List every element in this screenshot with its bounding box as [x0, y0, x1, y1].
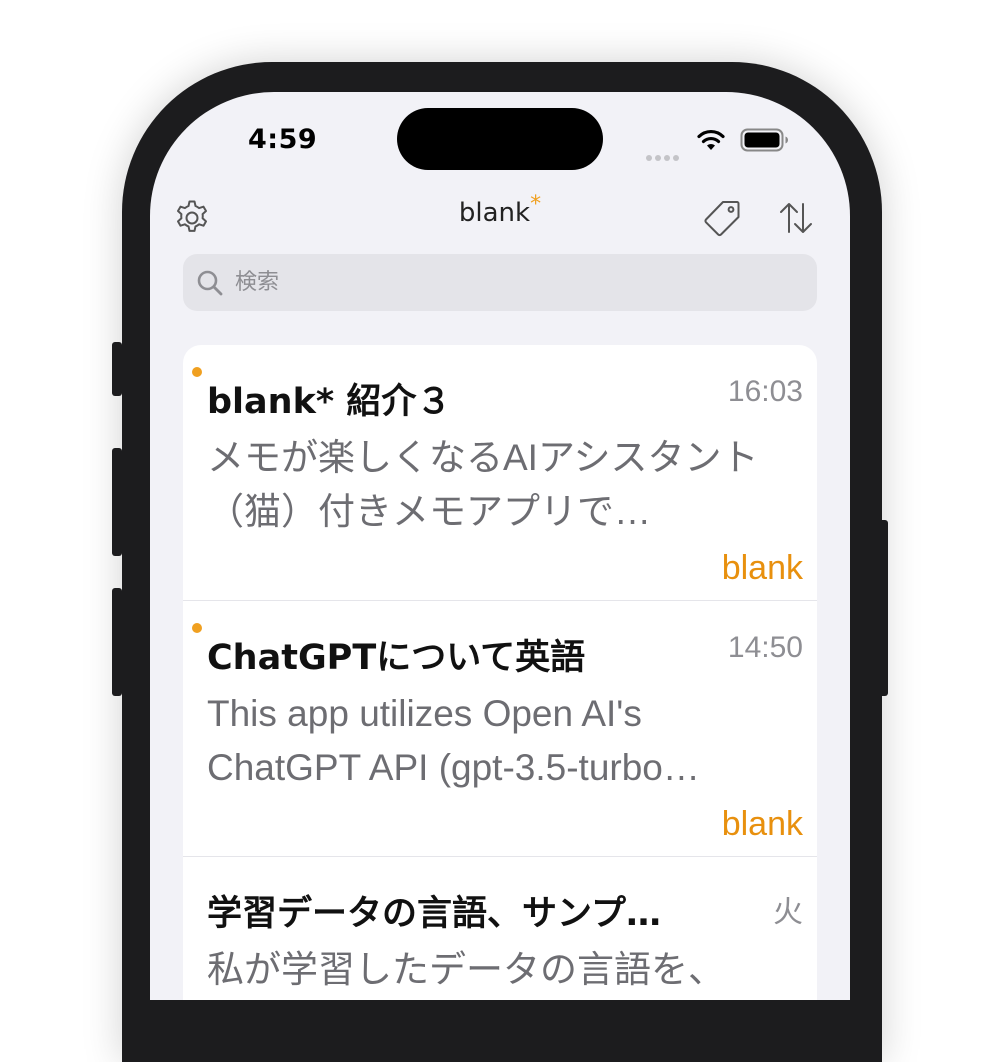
unread-indicator [192, 623, 202, 633]
note-title: 学習データの言語、サンプ… [207, 894, 661, 934]
app-title-text: blank [458, 198, 531, 228]
app-title-mark: * [530, 192, 542, 217]
list-item[interactable]: ChatGPTについて英語 14:50 This app utilizes Op… [183, 601, 817, 857]
note-tag: blank [721, 549, 803, 587]
tag-icon[interactable] [700, 196, 744, 240]
volume-up-button [112, 448, 122, 556]
status-time: 4:59 [248, 124, 318, 155]
note-preview: メモが楽しくなるAIアシスタント（猫）付きメモアプリで… [207, 437, 759, 532]
note-preview: This app utilizes Open AI's ChatGPT API … [207, 693, 700, 788]
note-time: 火 [773, 896, 803, 929]
search-bar[interactable] [183, 254, 817, 311]
note-time: 16:03 [727, 375, 803, 408]
note-preview: 私が学習したデータの言語を、 [207, 949, 725, 990]
dynamic-island [397, 108, 603, 170]
unread-indicator [192, 367, 202, 377]
notes-list: blank* 紹介３ 16:03 メモが楽しくなるAIアシスタント（猫）付きメモ… [183, 345, 817, 1000]
note-tag: blank [721, 805, 803, 843]
cellular-signal-icon [646, 146, 682, 165]
power-button [878, 520, 888, 696]
volume-down-button [112, 588, 122, 696]
mute-switch [112, 342, 122, 396]
screen: 4:59 blank* 検索 blank* 紹介３ 16:03 メモが楽しくなる… [150, 92, 850, 1000]
wifi-icon [696, 128, 726, 156]
app-title: blank* [150, 192, 850, 228]
sort-icon[interactable] [774, 196, 818, 240]
search-icon [197, 270, 223, 295]
note-title: ChatGPTについて英語 [207, 638, 586, 678]
battery-icon [740, 128, 790, 156]
search-input[interactable] [233, 269, 797, 296]
note-title: blank* 紹介３ [207, 382, 452, 422]
list-item[interactable]: 学習データの言語、サンプ… 火 私が学習したデータの言語を、 [183, 857, 817, 1000]
note-time: 14:50 [727, 631, 803, 664]
list-item[interactable]: blank* 紹介３ 16:03 メモが楽しくなるAIアシスタント（猫）付きメモ… [183, 345, 817, 601]
